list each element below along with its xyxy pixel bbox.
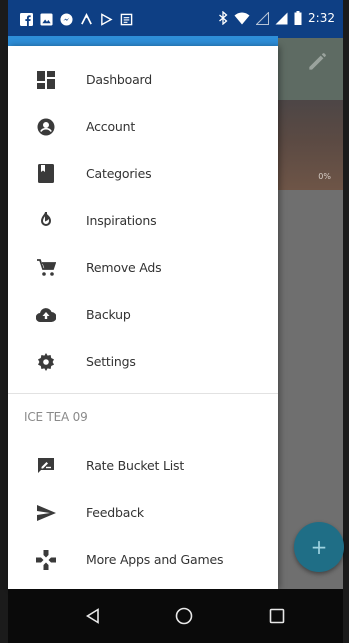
flame-icon [36,211,56,231]
drawer-header-accent [8,36,278,46]
home-button[interactable] [169,601,199,631]
recents-icon [269,608,285,624]
bluetooth-icon [219,11,228,25]
notification-icons [20,11,133,27]
image-icon [40,12,53,26]
system-icons: 2:32 [218,9,335,27]
back-button[interactable] [78,601,108,631]
drawer-item-label: More Apps and Games [86,552,224,567]
status-bar: 2:32 [8,0,343,38]
progress-percent: 0% [318,172,331,181]
send-icon [36,503,56,523]
plus-icon: + [310,535,328,559]
drawer-item-categories[interactable]: Categories [8,150,278,197]
rate-review-icon [36,456,56,476]
drawer-item-dashboard[interactable]: Dashboard [8,56,278,103]
drawer-item-label: Rate Bucket List [86,458,185,473]
edit-icon [309,53,326,70]
drawer-item-more-apps[interactable]: More Apps and Games [8,536,278,583]
home-icon [175,607,193,625]
navigation-drawer: Dashboard Account Categories Inspiration… [8,46,278,589]
drawer-item-rate[interactable]: Rate Bucket List [8,442,278,489]
play-icon [101,12,113,26]
drawer-item-settings[interactable]: Settings [8,338,278,385]
gear-icon [36,352,56,372]
drawer-item-label: Backup [86,307,131,322]
clock-time: 2:32 [308,11,335,25]
signal-icon [256,11,270,25]
back-icon [85,608,99,624]
book-icon [36,164,56,184]
drawer-item-label: Inspirations [86,213,157,228]
app-icon [81,12,92,25]
system-navigation-bar [8,589,343,643]
cart-icon [36,258,56,278]
drawer-item-label: Account [86,119,136,134]
facebook-icon [20,12,33,26]
drawer-item-remove-ads[interactable]: Remove Ads [8,244,278,291]
drawer-item-label: Settings [86,354,136,369]
drawer-item-backup[interactable]: Backup [8,291,278,338]
drawer-section-header: ICE TEA 09 [24,410,88,424]
cell-signal-icon [275,12,288,24]
battery-icon [294,11,302,25]
drawer-item-feedback[interactable]: Feedback [8,489,278,536]
messenger-icon [60,12,73,26]
drawer-item-label: Categories [86,166,152,181]
drawer-item-label: Feedback [86,505,144,520]
clipboard-icon [120,13,133,25]
add-fab-button[interactable]: + [294,522,344,572]
drawer-item-label: Remove Ads [86,260,162,275]
drawer-item-account[interactable]: Account [8,103,278,150]
dashboard-icon [36,70,56,90]
wifi-icon [234,12,250,24]
account-icon [36,117,56,137]
drawer-item-inspirations[interactable]: Inspirations [8,197,278,244]
drawer-divider [8,393,278,394]
drawer-item-label: Dashboard [86,72,153,87]
games-icon [36,549,56,570]
cloud-upload-icon [36,305,56,325]
recents-button[interactable] [262,601,292,631]
device-frame-left [0,0,8,643]
